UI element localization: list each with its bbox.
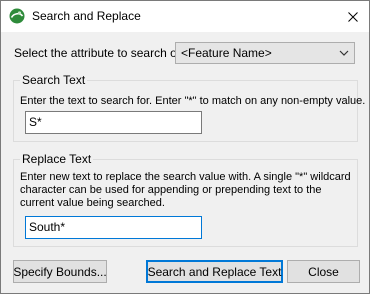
search-replace-dialog: Search and Replace Select the attribute … <box>0 0 370 294</box>
close-button[interactable]: Close <box>287 260 360 283</box>
specify-bounds-button[interactable]: Specify Bounds... <box>13 260 107 283</box>
search-and-replace-button[interactable]: Search and Replace Text <box>146 260 283 283</box>
replace-description-line-2: character can be used for appending or p… <box>20 184 322 196</box>
chevron-down-icon <box>339 50 349 56</box>
replace-description-line-1: Enter new text to replace the search val… <box>20 171 351 183</box>
close-window-button[interactable] <box>336 1 369 32</box>
replace-text-group-title: Replace Text <box>20 152 94 166</box>
globe-app-icon <box>9 8 25 24</box>
window-title: Search and Replace <box>32 9 141 23</box>
close-icon <box>347 11 358 22</box>
attribute-select[interactable]: <Feature Name> <box>175 42 355 64</box>
search-text-group-title: Search Text <box>20 73 88 87</box>
attribute-label: Select the attribute to search on: <box>14 46 187 60</box>
title-bar[interactable]: Search and Replace <box>1 1 369 32</box>
search-description: Enter the text to search for. Enter "*" … <box>20 95 366 107</box>
replace-text-input[interactable]: South* <box>25 216 202 239</box>
attribute-select-value: <Feature Name> <box>181 46 272 60</box>
replace-description-line-3: current value being searched. <box>20 197 165 209</box>
search-text-input[interactable]: S* <box>25 111 202 134</box>
